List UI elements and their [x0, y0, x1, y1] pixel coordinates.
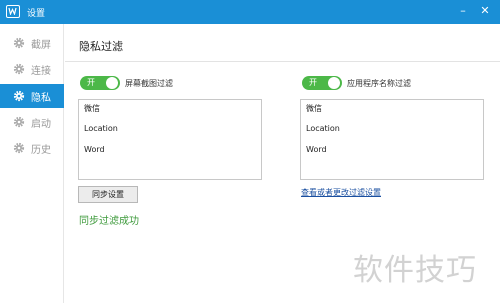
- app-name-filter-toggle[interactable]: 开: [302, 76, 342, 90]
- sync-status-text: 同步过滤成功: [79, 216, 139, 227]
- toggle-knob: [328, 77, 340, 89]
- list-item[interactable]: 微信: [84, 103, 100, 114]
- app-name-filter-label: 应用程序名称过滤: [347, 79, 411, 88]
- list-item[interactable]: 微信: [306, 103, 322, 114]
- sidebar-item-label: 连接: [31, 66, 51, 77]
- divider: [65, 61, 500, 62]
- sidebar-item-label: 历史: [31, 145, 51, 156]
- page-title: 隐私过滤: [79, 40, 123, 53]
- sidebar: 截屏 连接 隐私 启动 历史: [0, 24, 64, 303]
- close-button[interactable]: ✕: [478, 4, 492, 18]
- sidebar-item-connect[interactable]: 连接: [0, 57, 64, 81]
- list-item[interactable]: Location: [306, 124, 340, 133]
- sidebar-item-label: 截屏: [31, 40, 51, 51]
- window-title: 设置: [27, 9, 46, 19]
- toggle-knob: [106, 77, 118, 89]
- gear-icon: [13, 90, 25, 102]
- toggle-state-text: 开: [87, 78, 95, 87]
- toggle-state-text: 开: [309, 78, 317, 87]
- gear-icon: [13, 116, 25, 128]
- list-item[interactable]: Word: [84, 145, 105, 154]
- app-name-filter-list[interactable]: 微信 Location Word: [300, 99, 484, 180]
- sidebar-item-startup[interactable]: 启动: [0, 110, 64, 134]
- sidebar-item-history[interactable]: 历史: [0, 136, 64, 160]
- sync-settings-button[interactable]: 同步设置: [78, 186, 138, 203]
- gear-icon: [13, 63, 25, 75]
- app-logo-icon: [6, 5, 20, 18]
- view-filter-settings-link[interactable]: 查看或者更改过滤设置: [301, 187, 381, 198]
- gear-icon: [13, 37, 25, 49]
- sidebar-item-privacy[interactable]: 隐私: [0, 84, 64, 108]
- screenshot-filter-toggle[interactable]: 开: [80, 76, 120, 90]
- screenshot-filter-list[interactable]: 微信 Location Word: [78, 99, 262, 180]
- gear-icon: [13, 142, 25, 154]
- sidebar-item-label: 隐私: [31, 93, 51, 104]
- watermark: 软件技巧: [353, 253, 477, 288]
- sidebar-item-label: 启动: [31, 119, 51, 130]
- list-item[interactable]: Word: [306, 145, 327, 154]
- list-item[interactable]: Location: [84, 124, 118, 133]
- screenshot-filter-label: 屏幕截图过滤: [125, 79, 173, 88]
- title-bar: 设置 – ✕: [0, 0, 500, 24]
- minimize-button[interactable]: –: [456, 4, 470, 18]
- sidebar-item-screenshot[interactable]: 截屏: [0, 31, 64, 55]
